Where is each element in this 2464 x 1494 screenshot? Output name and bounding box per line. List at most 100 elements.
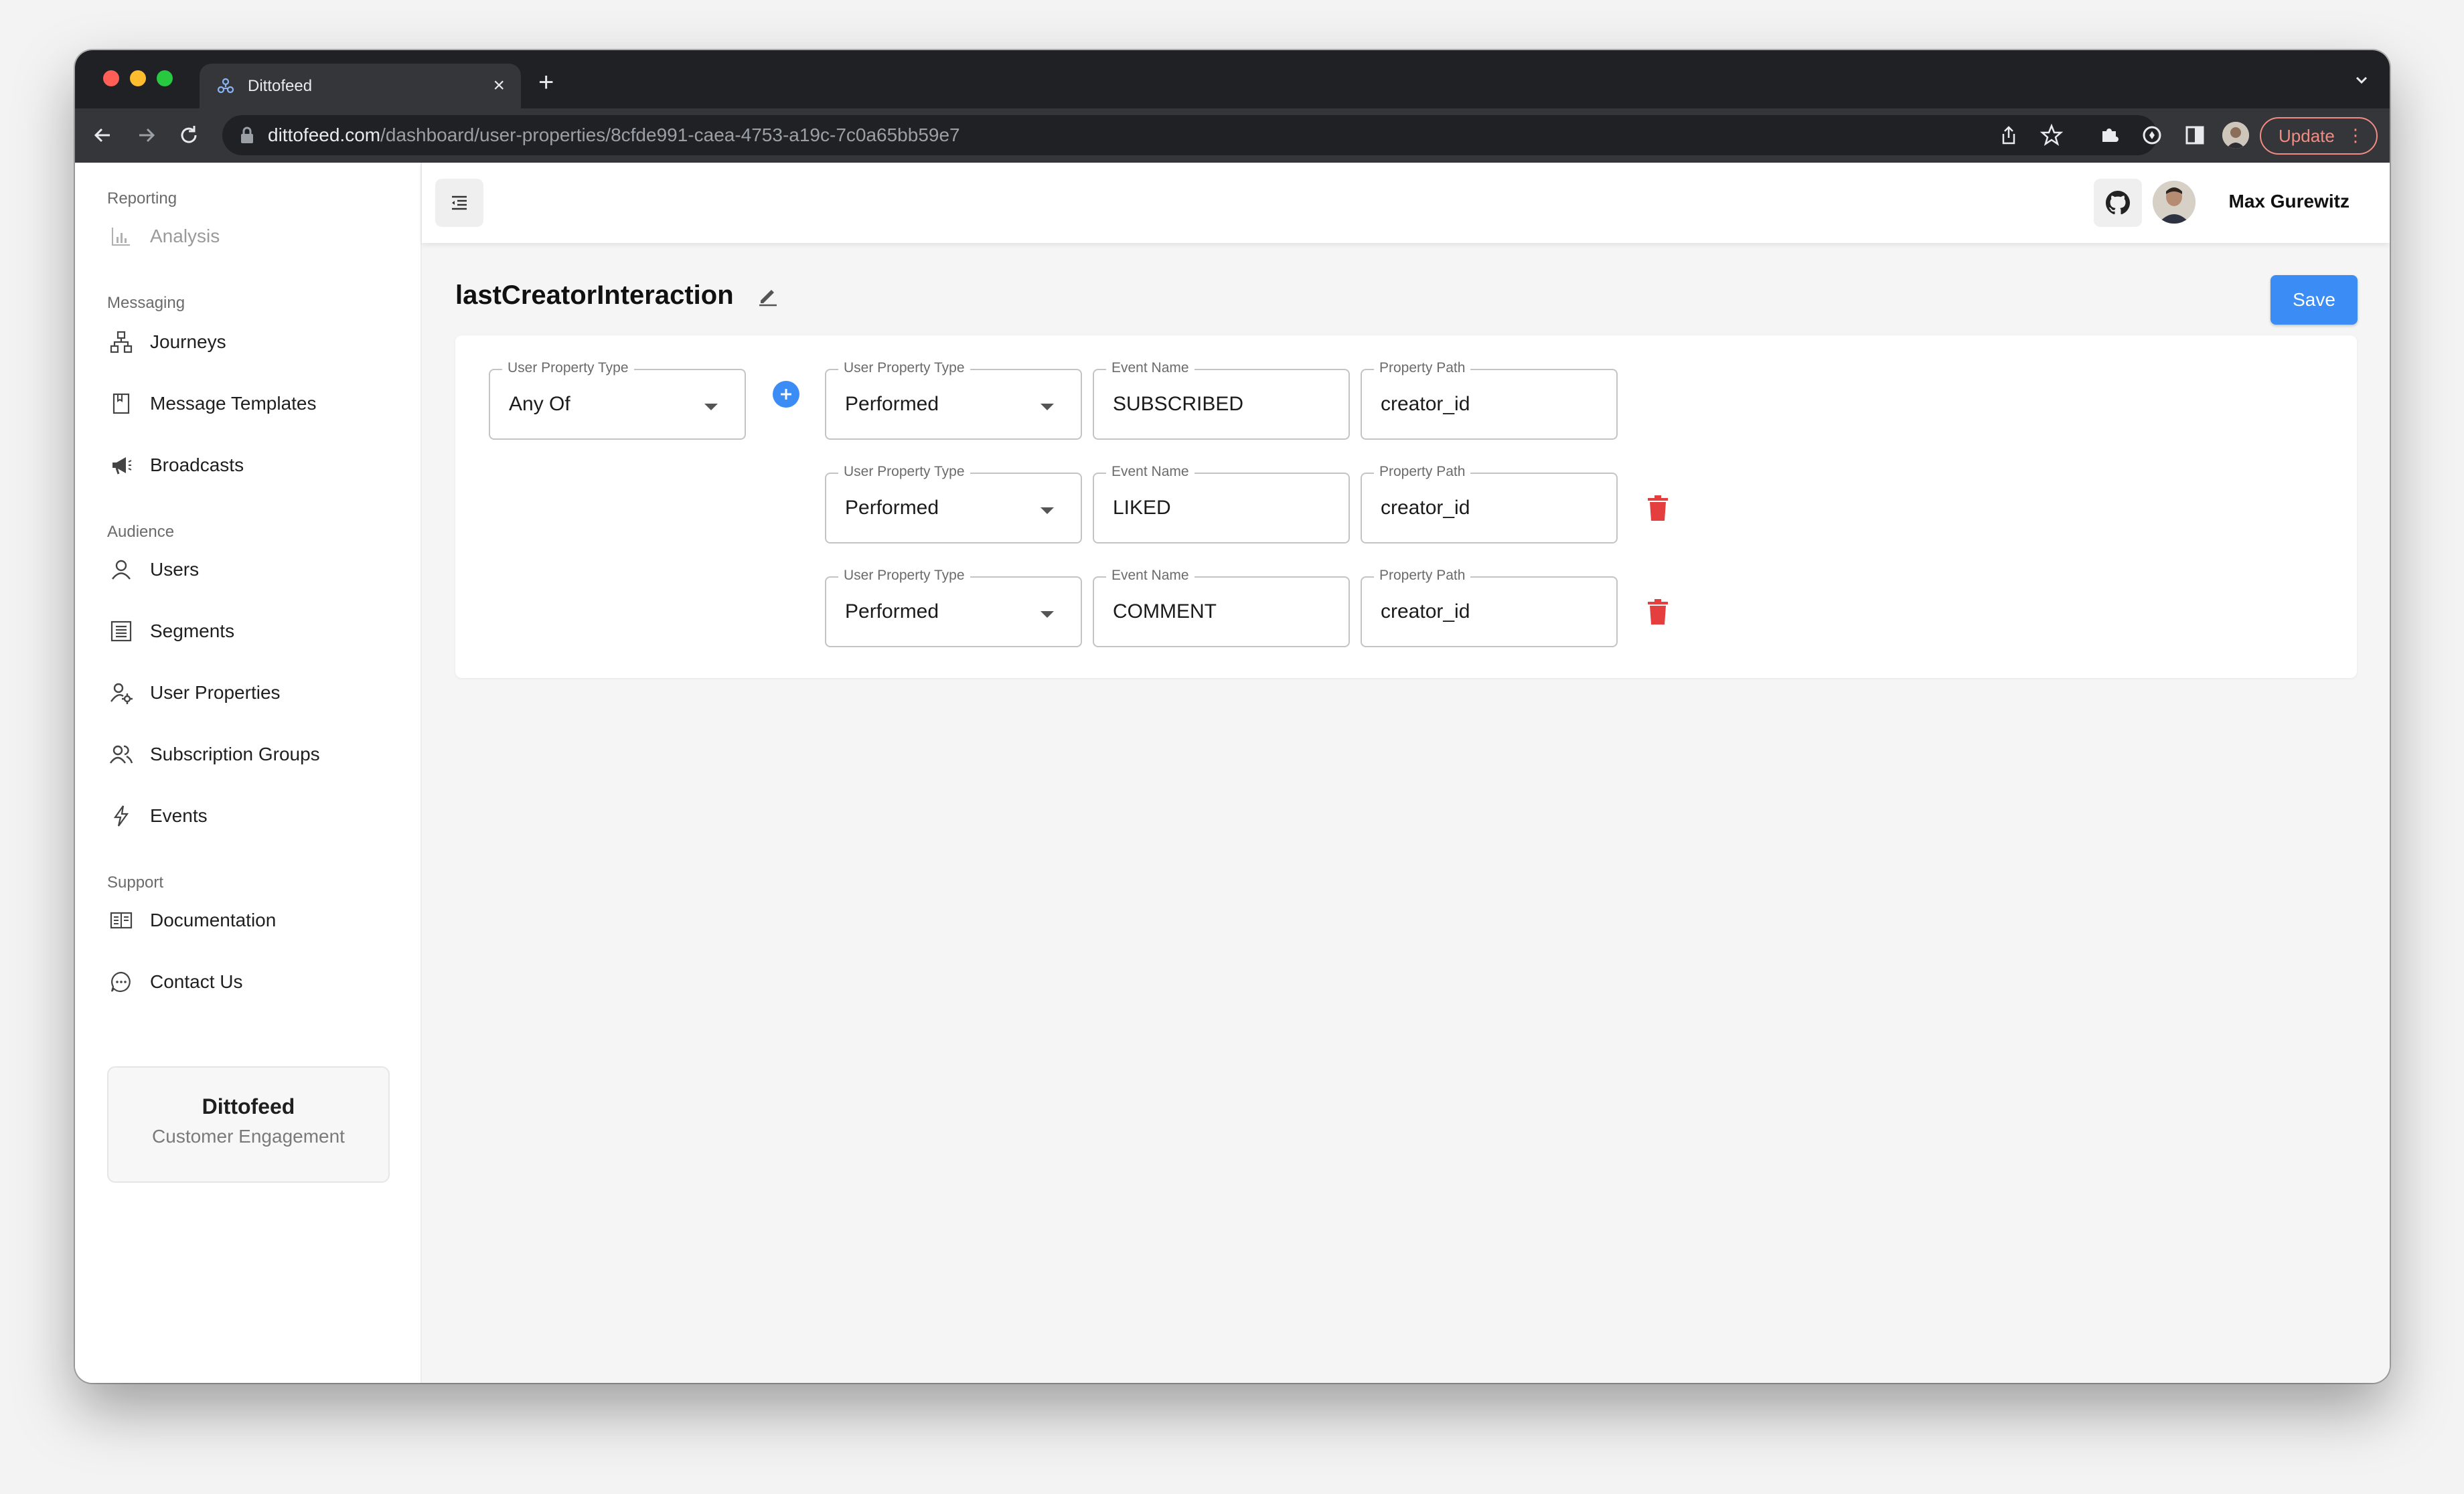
sidebar-item-label: Analysis (150, 226, 220, 246)
sidebar-item-label: User Properties (150, 682, 281, 703)
field-label: User Property Type (838, 463, 970, 481)
property-definition-panel: User Property Type Any Of User Property … (455, 335, 2357, 678)
property-path-value: creator_id (1381, 497, 1470, 519)
avatar[interactable] (2153, 181, 2196, 224)
book-icon (110, 912, 133, 929)
reload-icon[interactable] (177, 123, 201, 147)
document-icon (112, 393, 130, 414)
back-icon[interactable] (91, 123, 115, 147)
sidebar-item-label: Subscription Groups (150, 744, 320, 764)
tab-search-chevron-icon[interactable] (2354, 72, 2370, 88)
sidebar-item-broadcasts[interactable]: Broadcasts (107, 445, 244, 485)
field-label: User Property Type (838, 567, 970, 584)
event-name-input[interactable]: Event Name SUBSCRIBED (1093, 359, 1350, 440)
sidebar-item-label: Events (150, 805, 208, 826)
delete-trash-icon[interactable] (1646, 495, 1669, 521)
username[interactable]: Max Gurewitz (2229, 191, 2350, 212)
page-title: lastCreatorInteraction (455, 280, 734, 310)
sidebar-item-segments[interactable]: Segments (107, 611, 234, 651)
property-path-input[interactable]: Property Path creator_id (1361, 567, 1618, 647)
profile-face-icon (2222, 122, 2249, 149)
more-vertical-icon[interactable]: ⋮ (2347, 127, 2364, 144)
sidebar-item-user-properties[interactable]: User Properties (107, 673, 281, 713)
sidebar: Reporting Analysis Messaging Journeys Me… (75, 163, 422, 1383)
user-photo-icon (2153, 181, 2196, 224)
add-child-button[interactable] (773, 381, 799, 408)
new-tab-button[interactable]: + (538, 69, 554, 96)
plus-icon (781, 389, 791, 400)
sidebar-item-label: Message Templates (150, 393, 317, 414)
sidebar-item-analysis[interactable]: Analysis (107, 216, 220, 256)
url-host: dittofeed.com (268, 124, 381, 145)
sidebar-item-label: Broadcasts (150, 454, 244, 475)
sidebar-item-users[interactable]: Users (107, 550, 199, 590)
github-button[interactable] (2094, 179, 2142, 227)
sidebar-item-label: Documentation (150, 910, 277, 930)
section-label-reporting: Reporting (107, 189, 177, 208)
address-bar[interactable]: dittofeed.com /dashboard/user-properties… (222, 115, 2157, 155)
property-path-input[interactable]: Property Path creator_id (1361, 359, 1618, 440)
minimize-window-button[interactable] (130, 70, 146, 86)
browser-toolbar: dittofeed.com /dashboard/user-properties… (75, 108, 2390, 163)
url-path: /dashboard/user-properties/8cfde991-caea… (380, 124, 960, 145)
property-path-input[interactable]: Property Path creator_id (1361, 463, 1618, 544)
user-settings-icon (110, 683, 133, 704)
field-label: Event Name (1106, 463, 1195, 481)
save-button[interactable]: Save (2270, 275, 2358, 325)
child-type-select[interactable]: User Property Type Performed (825, 567, 1082, 647)
share-icon[interactable] (1997, 123, 2021, 147)
chart-bar-icon (112, 228, 130, 246)
extensions-puzzle-icon[interactable] (2097, 123, 2121, 147)
sidebar-item-label: Segments (150, 620, 235, 641)
menu-collapse-button[interactable] (435, 179, 483, 227)
segments-icon (110, 620, 132, 642)
user-icon (112, 560, 131, 580)
bookmark-star-icon[interactable] (2039, 123, 2064, 147)
field-label: Property Path (1374, 359, 1471, 377)
team-icon (110, 745, 133, 764)
event-name-input[interactable]: Event Name COMMENT (1093, 567, 1350, 647)
child-type-value: Performed (845, 393, 939, 415)
update-button[interactable]: Update ⋮ (2260, 117, 2378, 155)
sidebar-item-subscription-groups[interactable]: Subscription Groups (107, 734, 320, 774)
sidebar-item-label: Users (150, 559, 200, 580)
close-window-button[interactable] (103, 70, 119, 86)
browser-tab[interactable]: Dittofeed × (200, 64, 521, 108)
caret-down-icon (1041, 404, 1054, 410)
tab-strip: Dittofeed × + (75, 50, 2390, 108)
sync-icon[interactable] (2140, 123, 2164, 147)
section-label-audience: Audience (107, 523, 175, 541)
child-type-select[interactable]: User Property Type Performed (825, 463, 1082, 544)
property-path-value: creator_id (1381, 393, 1470, 415)
forward-icon[interactable] (134, 123, 158, 147)
lightning-icon (113, 805, 129, 827)
child-type-select[interactable]: User Property Type Performed (825, 359, 1082, 440)
browser-profile-avatar[interactable] (2222, 122, 2249, 149)
field-label: Property Path (1374, 567, 1471, 584)
close-tab-icon[interactable]: × (493, 76, 505, 96)
browser-window: Dittofeed × + dittofeed.com /dashboard/u… (75, 50, 2390, 1383)
sidebar-item-journeys[interactable]: Journeys (107, 322, 226, 362)
maximize-window-button[interactable] (157, 70, 173, 86)
side-panel-icon[interactable] (2183, 123, 2207, 147)
menu-fold-icon (452, 195, 467, 210)
sidebar-item-events[interactable]: Events (107, 796, 208, 836)
edit-pencil-icon[interactable] (757, 284, 779, 307)
sidebar-item-documentation[interactable]: Documentation (107, 900, 276, 940)
megaphone-icon (112, 457, 132, 475)
event-name-input[interactable]: Event Name LIKED (1093, 463, 1350, 544)
field-label: Event Name (1106, 359, 1195, 377)
event-name-value: COMMENT (1113, 600, 1217, 622)
sidebar-item-contact-us[interactable]: Contact Us (107, 962, 243, 1002)
section-label-support: Support (107, 874, 164, 892)
event-name-value: SUBSCRIBED (1113, 393, 1244, 415)
update-label: Update (2279, 125, 2335, 146)
delete-trash-icon[interactable] (1646, 598, 1669, 625)
lock-icon (241, 127, 253, 143)
event-name-value: LIKED (1113, 497, 1171, 519)
group-type-select[interactable]: User Property Type Any Of (489, 359, 746, 440)
field-label: Property Path (1374, 463, 1471, 481)
sidebar-item-message-templates[interactable]: Message Templates (107, 384, 317, 424)
brand-card: Dittofeed Customer Engagement (107, 1066, 390, 1183)
tab-title: Dittofeed (248, 76, 313, 95)
